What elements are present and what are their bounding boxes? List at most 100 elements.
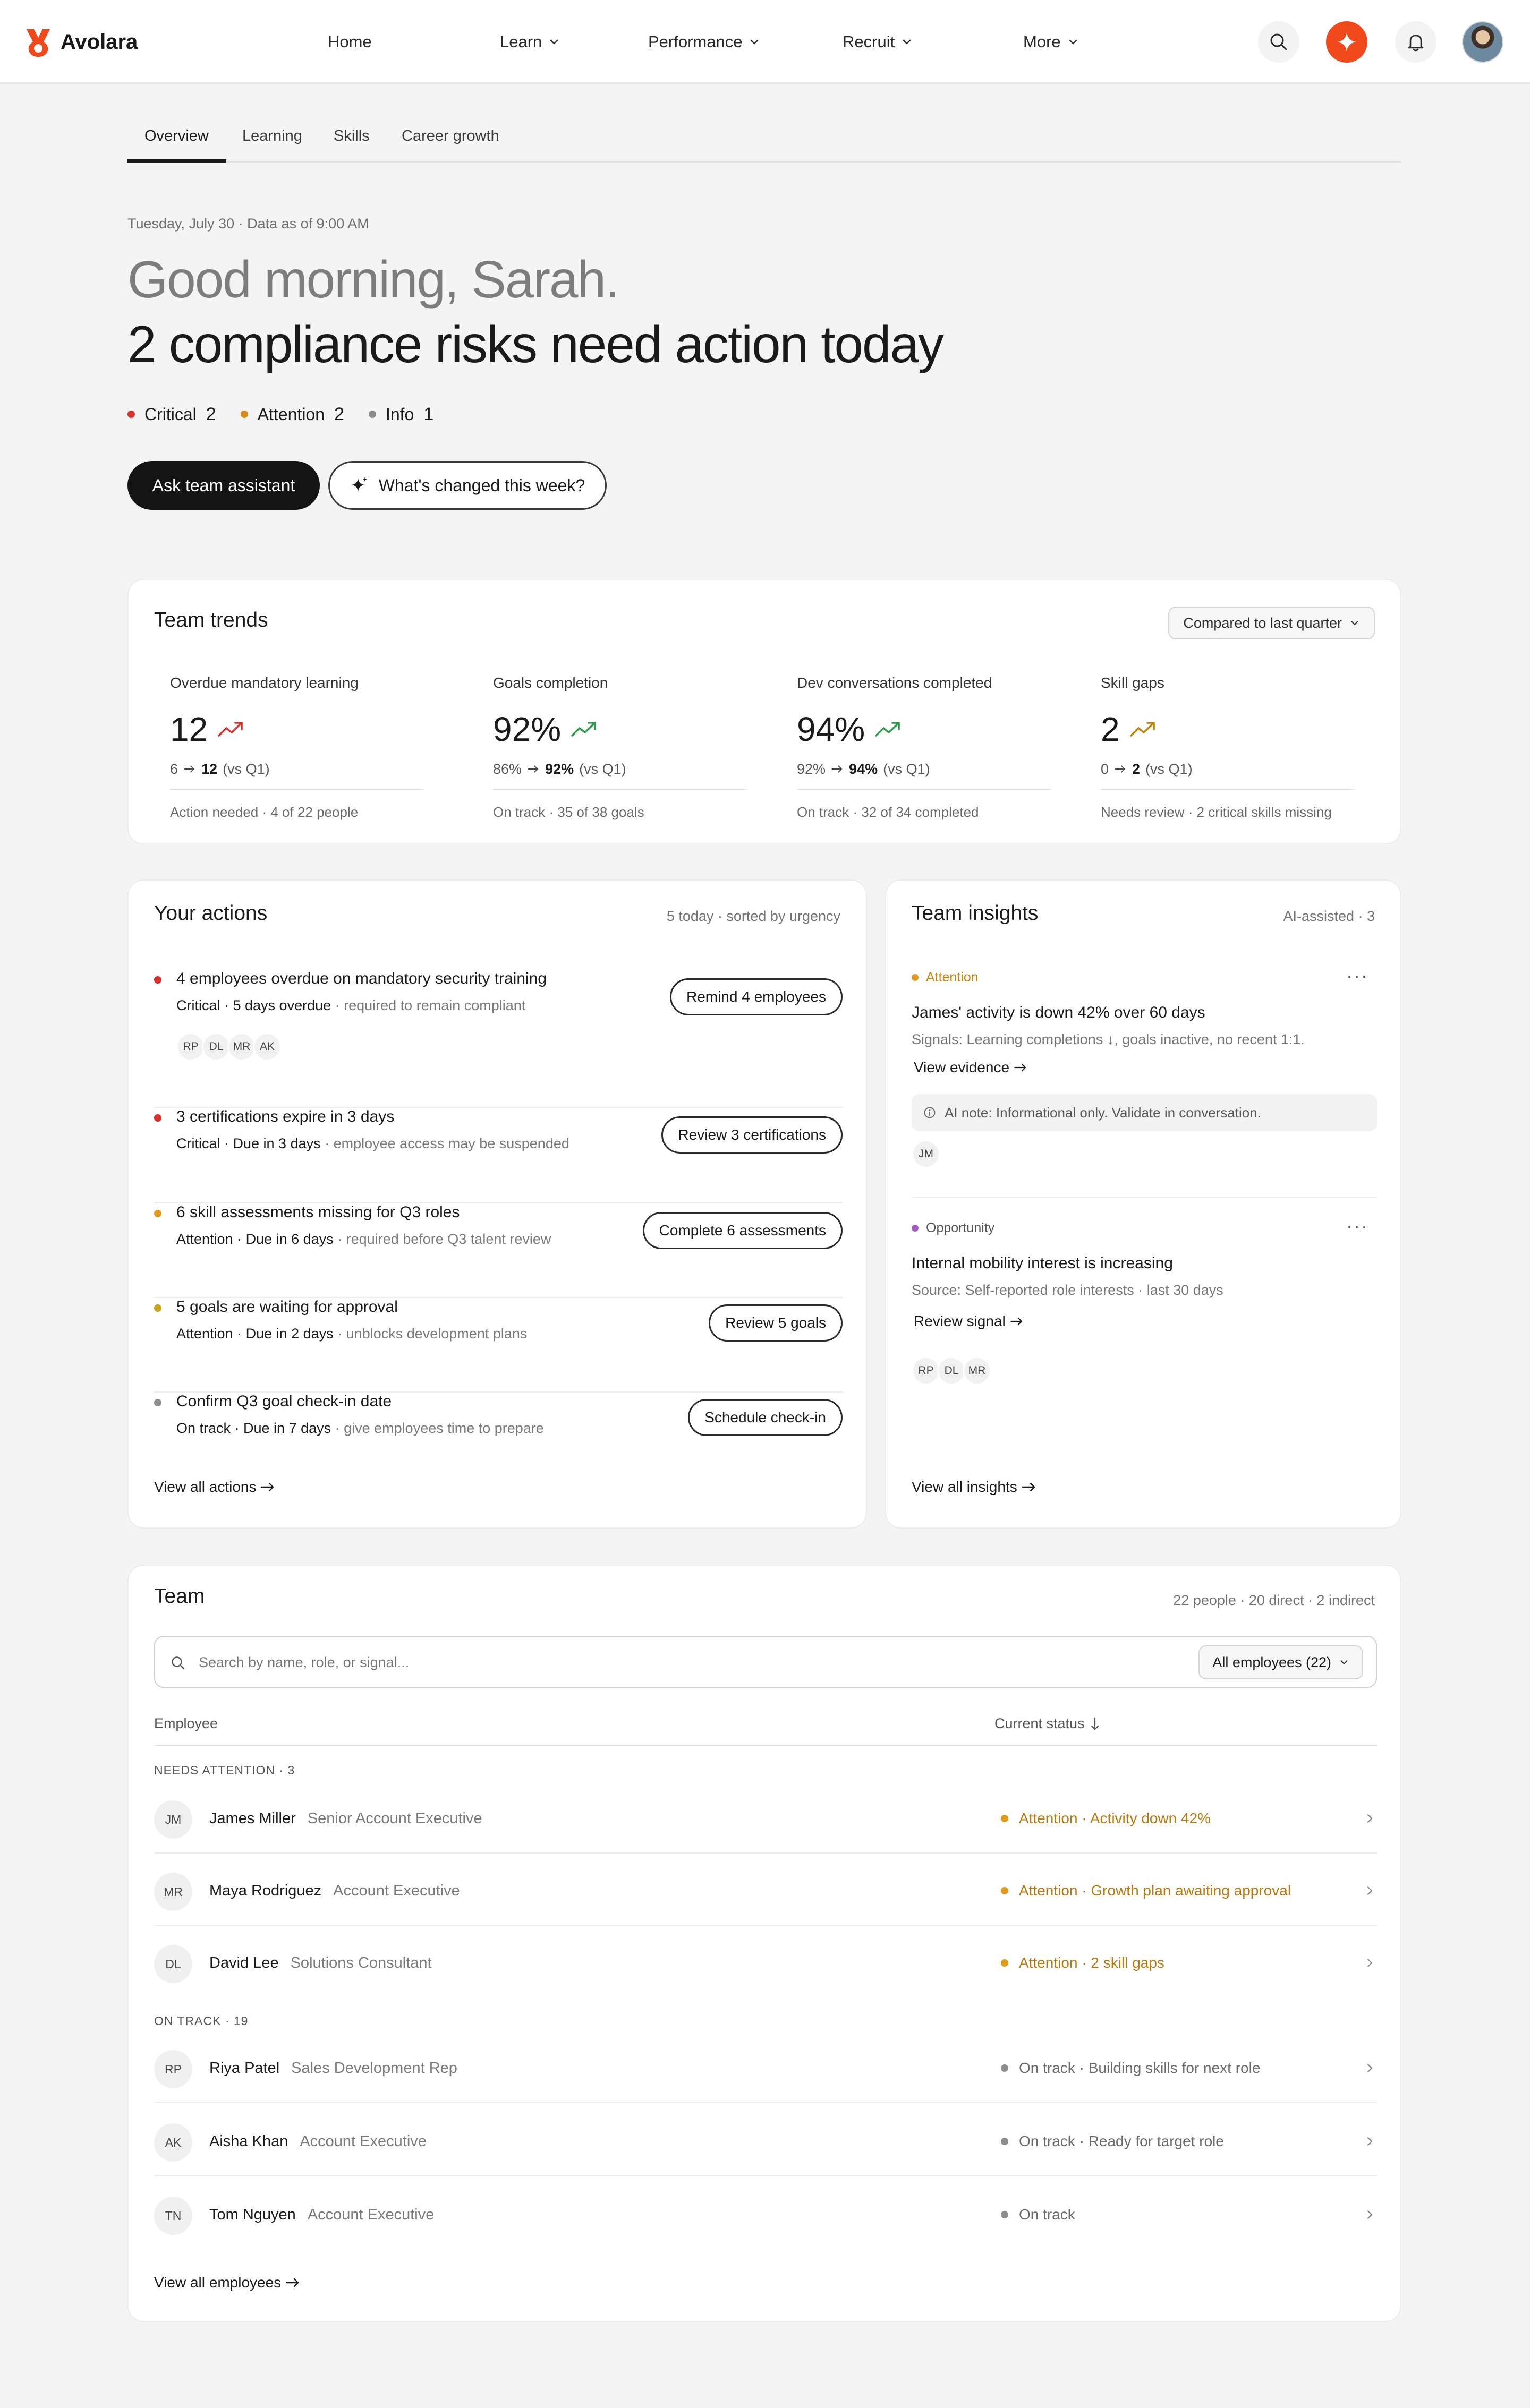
avatar[interactable]: RP [176,1032,205,1061]
trend-up-icon [875,722,900,737]
avatar[interactable]: DL [937,1356,966,1385]
legend-count: 1 [423,404,434,424]
chevron-right-icon [1367,2210,1373,2219]
compare-period-select[interactable]: Compared to last quarter [1168,607,1375,639]
chevron-down-icon [1340,1660,1348,1664]
nav-home-label: Home [328,32,372,51]
employee-row[interactable]: TN Tom Nguyen Account Executive On track [154,2178,1377,2250]
tab-career-growth[interactable]: Career growth [402,127,499,145]
insight-link[interactable]: View evidence [914,1059,1027,1076]
action-button[interactable]: Review 3 certifications [661,1116,843,1154]
employee-role: Account Executive [333,1882,460,1899]
employee-name-cell: Riya Patel Sales Development Rep [209,2060,457,2077]
view-all-insights-link[interactable]: View all insights [912,1479,1036,1496]
action-button[interactable]: Complete 6 assessments [642,1212,843,1249]
nav-learn[interactable]: Learn [500,30,560,54]
view-all-employees-link[interactable]: View all employees [154,2274,300,2291]
status-dot [1001,2211,1008,2218]
tab-learning[interactable]: Learning [242,127,302,145]
critical-dot [128,411,135,418]
arrow-right-icon [1022,1482,1035,1492]
employee-status-text: Attention · Growth plan awaiting approva… [1019,1882,1291,1899]
employee-status-text: On track · Building skills for next role [1019,2060,1261,2076]
sparkle-icon [351,477,367,492]
employee-status: On track [1001,2206,1075,2223]
metric-value: 2 [1101,710,1355,748]
metric-2: Goals completion 92% 86% 92% (vs Q1) On track… [493,674,747,821]
employee-row[interactable]: DL David Lee Solutions Consultant Attention… [154,1926,1377,1998]
employee-name-cell: Maya Rodriguez Account Executive [209,1882,460,1900]
action-note: · required before Q3 talent review [333,1231,551,1247]
brand[interactable]: Avolara [23,23,138,61]
avatar-group: RP DL MR [912,1356,991,1385]
avatar[interactable]: MR [227,1032,256,1061]
insight-tag: Opportunity [912,1220,994,1236]
legend-attention[interactable]: Attention 2 [240,404,344,425]
user-avatar[interactable] [1462,21,1503,63]
metric-label: Dev conversations completed [797,674,992,691]
employee-avatar: RP [154,2050,192,2088]
action-note: · required to remain compliant [331,997,526,1013]
column-header-employee-label: Employee [154,1715,218,1731]
nav-home[interactable]: Home [328,30,372,54]
nav-more[interactable]: More [1023,30,1079,54]
metric-to: 12 [201,761,218,777]
top-navbar: Avolara Home Learn Performance Recruit M… [0,0,1530,84]
team-title: Team [154,1585,205,1608]
legend-info[interactable]: Info 1 [368,404,434,425]
avatar[interactable]: JM [912,1140,940,1168]
status-dot [154,976,162,984]
team-search-input[interactable] [199,1652,1208,1673]
action-button[interactable]: Schedule check-in [688,1399,843,1436]
avatar[interactable]: AK [253,1032,282,1061]
employee-row[interactable]: RP Riya Patel Sales Development Rep On trac… [154,2031,1377,2103]
whats-changed-button[interactable]: What's changed this week? [328,461,607,510]
action-item: 3 certifications expire in 3 days Critica… [154,1108,843,1203]
metric-from: 0 [1101,761,1109,777]
action-button[interactable]: Review 5 goals [709,1304,843,1342]
column-header-employee[interactable]: Employee [154,1715,218,1732]
employee-role: Sales Development Rep [291,2060,457,2077]
employee-row[interactable]: MR Maya Rodriguez Account Executive Attenti… [154,1854,1377,1926]
avatar[interactable]: MR [963,1356,991,1385]
tab-overview[interactable]: Overview [144,127,209,145]
legend-label: Attention [257,404,325,424]
page-tabs: Overview Learning Skills Career growth [128,122,1401,163]
ai-note: AI note: Informational only. Validate in… [912,1094,1377,1131]
action-note: · employee access may be suspended [320,1135,570,1151]
notifications-button[interactable] [1395,21,1436,63]
metric-divider [797,789,1051,790]
metric-from: 92% [797,761,826,777]
insight-link[interactable]: Review signal [914,1313,1024,1330]
tab-skills[interactable]: Skills [334,127,370,145]
employee-row[interactable]: JM James Miller Senior Account Executive At… [154,1781,1377,1854]
action-button[interactable]: Remind 4 employees [669,978,843,1015]
metric-comparison: 6 12 (vs Q1) [170,759,424,779]
more-options-icon[interactable]: ··· [1346,964,1368,987]
employee-status: Attention · Growth plan awaiting approva… [1001,1882,1291,1899]
insight-subtitle: Source: Self-reported role interests · l… [912,1282,1223,1298]
avatar[interactable]: RP [912,1356,940,1385]
assistant-button[interactable] [1326,21,1367,63]
nav-performance[interactable]: Performance [648,30,760,54]
legend-label: Info [385,404,414,424]
metric-value-number: 2 [1101,710,1120,748]
employee-filter-select[interactable]: All employees (22) [1198,1645,1363,1679]
legend-critical[interactable]: Critical 2 [128,404,216,425]
header-divider [154,1745,1377,1746]
action-subtitle: Attention · Due in 6 days · required bef… [176,1231,551,1248]
nav-recruit[interactable]: Recruit [843,30,913,54]
your-actions-card: Your actions 5 today · sorted by urgency… [128,879,867,1529]
avatar[interactable]: DL [202,1032,231,1061]
search-button[interactable] [1258,21,1299,63]
arrow-right-icon [1115,765,1125,773]
more-options-icon[interactable]: ··· [1346,1215,1368,1237]
ask-team-assistant-button[interactable]: Ask team assistant [128,461,320,510]
column-header-status[interactable]: Current status [994,1715,1100,1732]
employee-row[interactable]: AK Aisha Khan Account Executive On track · … [154,2104,1377,2176]
arrow-right-icon [1014,1063,1026,1072]
action-item: 5 goals are waiting for approval Attentio… [154,1298,843,1393]
metric-to: 2 [1132,761,1141,777]
view-all-actions-link[interactable]: View all actions [154,1479,275,1496]
employee-avatar: DL [154,1945,192,1983]
